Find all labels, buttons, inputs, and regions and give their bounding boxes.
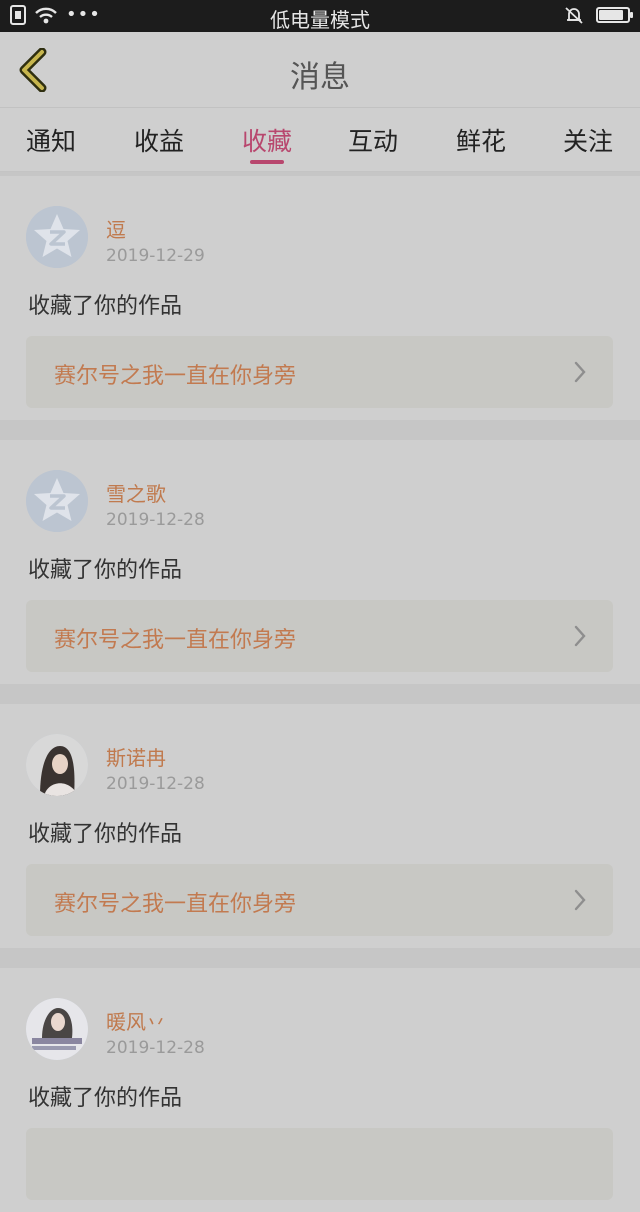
- avatar[interactable]: [26, 206, 88, 268]
- mute-bell-icon: [565, 7, 583, 24]
- tab-follow[interactable]: 关注: [548, 122, 628, 158]
- status-title: 低电量模式: [270, 8, 370, 32]
- tab-income[interactable]: 收益: [119, 122, 199, 158]
- page-title: 消息: [290, 60, 350, 95]
- chevron-right-icon: [574, 361, 586, 383]
- action-text: 收藏了你的作品: [28, 558, 183, 583]
- work-link[interactable]: 赛尔号之我一直在你身旁: [26, 336, 613, 408]
- chevron-right-icon: [574, 625, 586, 647]
- battery-fill: [599, 10, 623, 20]
- default-avatar-icon: [26, 470, 88, 532]
- section-divider: [0, 420, 640, 440]
- tab-notice[interactable]: 通知: [11, 122, 91, 158]
- timestamp: 2019-12-28: [106, 774, 205, 794]
- timestamp: 2019-12-28: [106, 1038, 205, 1058]
- action-text: 收藏了你的作品: [28, 294, 183, 319]
- work-title: 赛尔号之我一直在你身旁: [54, 892, 297, 917]
- user-name[interactable]: 雪之歌: [106, 478, 166, 507]
- work-title: 赛尔号之我一直在你身旁: [54, 364, 297, 389]
- avatar[interactable]: [26, 998, 88, 1060]
- work-link[interactable]: [26, 1128, 613, 1200]
- user-name[interactable]: 斯诺冉: [106, 742, 166, 771]
- navbar: 消息: [0, 32, 640, 108]
- tab-interaction[interactable]: 互动: [333, 122, 413, 158]
- status-bar: ••• 低电量模式: [0, 0, 640, 32]
- battery-icon: [596, 7, 633, 23]
- tab-bar: 通知 收益 收藏 互动 鲜花 关注: [0, 108, 640, 172]
- avatar[interactable]: [26, 470, 88, 532]
- timestamp: 2019-12-29: [106, 246, 205, 266]
- list-item: 斯诺冉 2019-12-28 收藏了你的作品 赛尔号之我一直在你身旁: [0, 704, 640, 948]
- list-item: 雪之歌 2019-12-28 收藏了你的作品 赛尔号之我一直在你身旁: [0, 440, 640, 684]
- chevron-right-icon: [574, 889, 586, 911]
- user-name[interactable]: 逗: [106, 214, 126, 243]
- section-divider: [0, 948, 640, 968]
- list-item: 逗 2019-12-29 收藏了你的作品 赛尔号之我一直在你身旁: [0, 176, 640, 420]
- action-text: 收藏了你的作品: [28, 822, 183, 847]
- section-divider: [0, 684, 640, 704]
- work-link[interactable]: 赛尔号之我一直在你身旁: [26, 600, 613, 672]
- work-link[interactable]: 赛尔号之我一直在你身旁: [26, 864, 613, 936]
- active-tab-indicator: [250, 160, 284, 164]
- tab-flowers[interactable]: 鲜花: [441, 122, 521, 158]
- user-name[interactable]: 暖风丷: [106, 1006, 166, 1035]
- tab-favorites[interactable]: 收藏: [227, 122, 307, 158]
- photo-avatar-image: [26, 734, 88, 796]
- list-item: 暖风丷 2019-12-28 收藏了你的作品: [0, 968, 640, 1212]
- timestamp: 2019-12-28: [106, 510, 205, 530]
- photo-avatar-image: [26, 998, 88, 1060]
- default-avatar-icon: [26, 206, 88, 268]
- avatar[interactable]: [26, 734, 88, 796]
- status-right: [564, 5, 633, 25]
- action-text: 收藏了你的作品: [28, 1086, 183, 1111]
- work-title: 赛尔号之我一直在你身旁: [54, 628, 297, 653]
